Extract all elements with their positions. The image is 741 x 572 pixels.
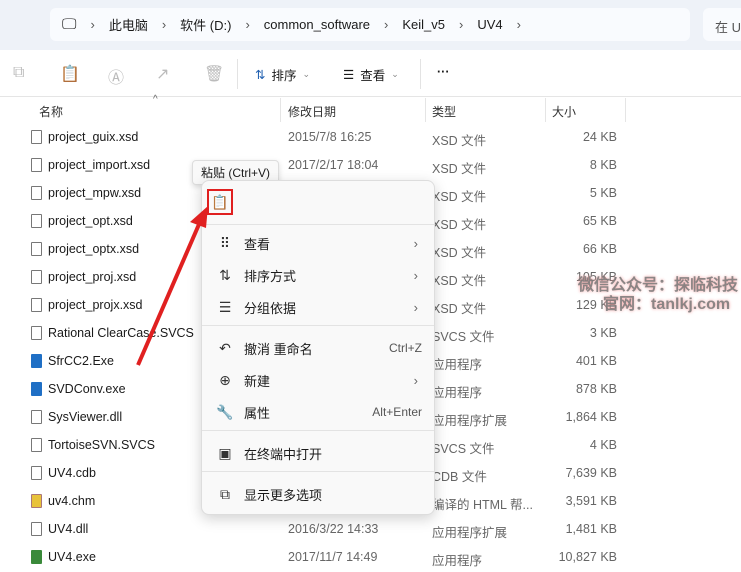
annotation-arrow xyxy=(136,206,208,366)
